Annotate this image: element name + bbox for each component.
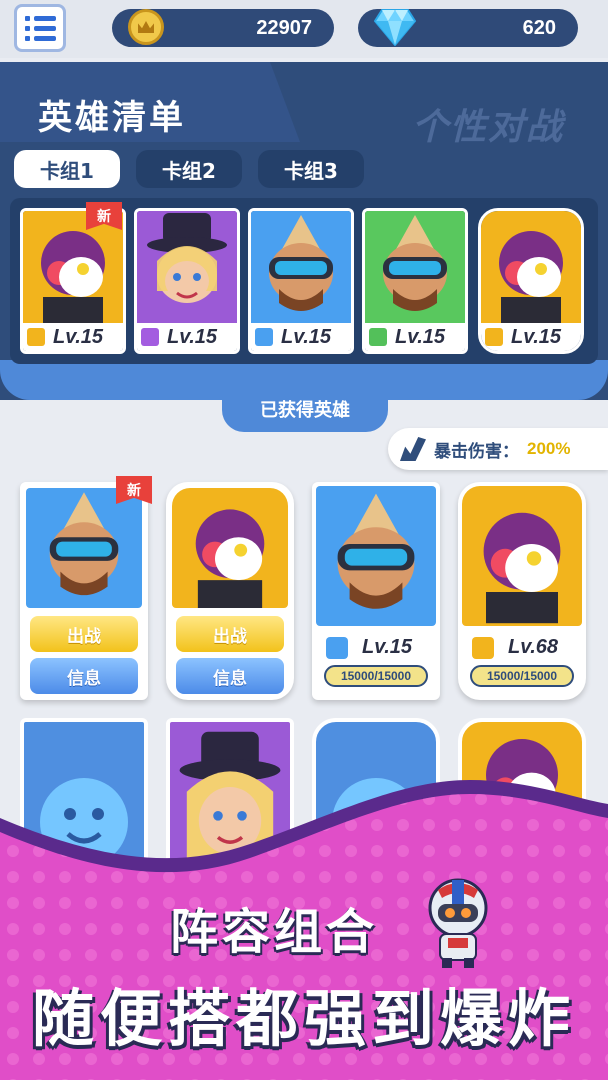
deck-card[interactable]: Lv.15: [20, 208, 126, 354]
rarity-icon: [326, 636, 348, 659]
goggle-pilot-portrait: [316, 486, 436, 626]
deck-card-level: Lv.15: [281, 325, 332, 348]
goggle-pilot-portrait: [251, 211, 351, 323]
deck-card[interactable]: Lv.15: [248, 208, 354, 354]
crit-damage-stat: 暴击伤害： 200%: [388, 428, 608, 470]
obtained-heroes-label: 已获得英雄: [222, 386, 388, 432]
diamond-icon: [374, 9, 416, 46]
witch-girl-portrait: [137, 211, 237, 323]
rarity-icon: [27, 328, 45, 346]
panel-title: 英雄清单: [38, 98, 186, 138]
hero-card[interactable]: 出战 信息: [166, 482, 294, 700]
hero-level: Lv.15: [362, 636, 413, 658]
gem-amount: 620: [522, 16, 556, 39]
tab-deck-2[interactable]: 卡组2: [136, 150, 242, 188]
hero-hp: 15000/15000: [324, 665, 428, 687]
tab-deck-1[interactable]: 卡组1: [14, 150, 120, 188]
hero-card[interactable]: 出战 信息: [20, 482, 148, 700]
hero-level: Lv.68: [508, 636, 559, 658]
coin-icon: [128, 9, 164, 45]
deck-card-level: Lv.15: [167, 325, 218, 348]
tab-deck-3[interactable]: 卡组3: [258, 150, 364, 188]
deck-card-level: Lv.15: [395, 325, 446, 348]
deck-card-level: Lv.15: [53, 325, 104, 348]
clown-villain-portrait: [172, 488, 288, 608]
promo-headline: 阵容组合: [169, 904, 378, 960]
rarity-icon: [255, 328, 273, 346]
rarity-icon: [141, 328, 159, 346]
hero-card[interactable]: Lv.15 15000/15000: [312, 482, 440, 700]
deck-card[interactable]: Lv.15: [478, 208, 584, 354]
clown-villain-portrait: [462, 486, 582, 626]
deploy-button[interactable]: 出战: [176, 616, 284, 652]
hero-card[interactable]: Lv.68 15000/15000: [458, 482, 586, 700]
deck-card-level: Lv.15: [511, 325, 562, 348]
panel-watermark: 个性对战: [412, 107, 565, 148]
clown-villain-portrait: [481, 211, 581, 323]
hero-hp: 15000/15000: [470, 665, 574, 687]
deck-card[interactable]: Lv.15: [134, 208, 240, 354]
crit-value: 200%: [527, 439, 571, 458]
crit-icon: [400, 437, 426, 461]
deploy-button[interactable]: 出战: [30, 616, 138, 652]
info-button[interactable]: 信息: [30, 658, 138, 694]
promo-subheadline: 随便搭都强到爆炸: [31, 982, 576, 1055]
crit-label: 暴击伤害：: [434, 441, 519, 462]
deck-card[interactable]: Lv.15: [362, 208, 468, 354]
rarity-icon: [369, 328, 387, 346]
menu-button[interactable]: [14, 4, 66, 52]
clown-villain-portrait: [23, 211, 123, 323]
goggle-pilot-portrait: [26, 488, 142, 608]
goggle-pilot-portrait: [365, 211, 465, 323]
coin-amount: 22907: [256, 16, 312, 39]
rarity-icon: [485, 328, 503, 346]
rarity-icon: [472, 636, 494, 659]
info-button[interactable]: 信息: [176, 658, 284, 694]
